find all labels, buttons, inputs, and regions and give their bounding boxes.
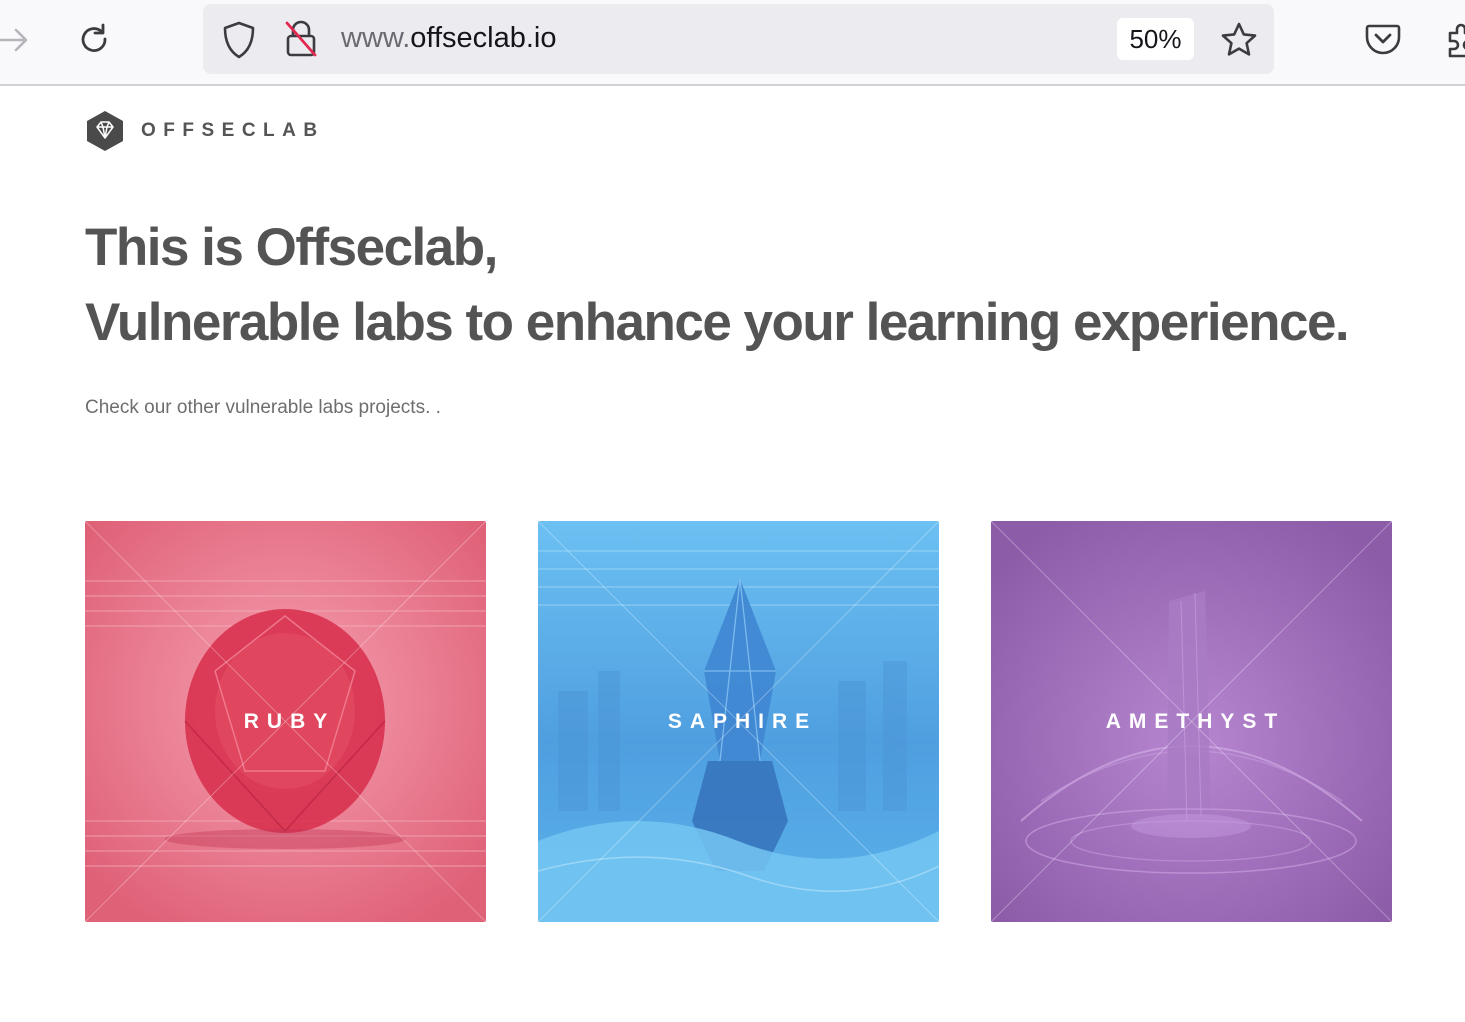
gem-logo-icon: [87, 111, 123, 151]
lab-card-label-amethyst: AMETHYST: [1105, 709, 1286, 733]
lab-card-amethyst[interactable]: AMETHYST: [991, 521, 1392, 922]
site-info-button[interactable]: [281, 18, 321, 60]
brand-name: OFFSECLAB: [141, 120, 325, 141]
lab-card-label-ruby: RUBY: [243, 709, 336, 733]
hero-title-line-2: Vulnerable labs to enhance your learning…: [85, 293, 1350, 352]
site-brand[interactable]: OFFSECLAB: [86, 110, 325, 152]
bookmark-button[interactable]: [1217, 18, 1261, 62]
pocket-icon: [1365, 24, 1401, 55]
hero-title: This is Offseclab, Vulnerable labs to en…: [85, 210, 1350, 360]
address-bar[interactable]: www.offseclab.io 50%: [203, 4, 1274, 74]
bookmark-star-icon: [1221, 22, 1257, 56]
forward-arrow-icon: [0, 28, 28, 52]
forward-button[interactable]: [0, 14, 40, 66]
lab-card-saphire[interactable]: SAPHIRE: [538, 521, 939, 922]
hero-title-line-1: This is Offseclab,: [85, 218, 498, 277]
tracking-protection-button[interactable]: [219, 20, 259, 60]
url-domain: offseclab.io: [410, 22, 557, 54]
pocket-button[interactable]: [1361, 18, 1405, 62]
extensions-icon: [1448, 23, 1465, 58]
reload-button[interactable]: [68, 14, 120, 66]
browser-toolbar: www.offseclab.io 50%: [0, 0, 1465, 86]
url-prefix: www.: [341, 22, 411, 54]
page-content: OFFSECLAB This is Offseclab, Vulnerable …: [0, 86, 1465, 1022]
zoom-level-button[interactable]: 50%: [1117, 18, 1194, 60]
insecure-lock-icon: [285, 20, 317, 57]
lab-card-ruby[interactable]: RUBY: [85, 521, 486, 922]
hero-subtitle: Check our other vulnerable labs projects…: [85, 397, 441, 418]
shield-icon: [223, 21, 255, 59]
lab-card-label-saphire: SAPHIRE: [667, 709, 818, 733]
extensions-button[interactable]: [1444, 18, 1465, 62]
url-text[interactable]: www.offseclab.io: [341, 22, 556, 55]
reload-icon: [81, 23, 107, 52]
